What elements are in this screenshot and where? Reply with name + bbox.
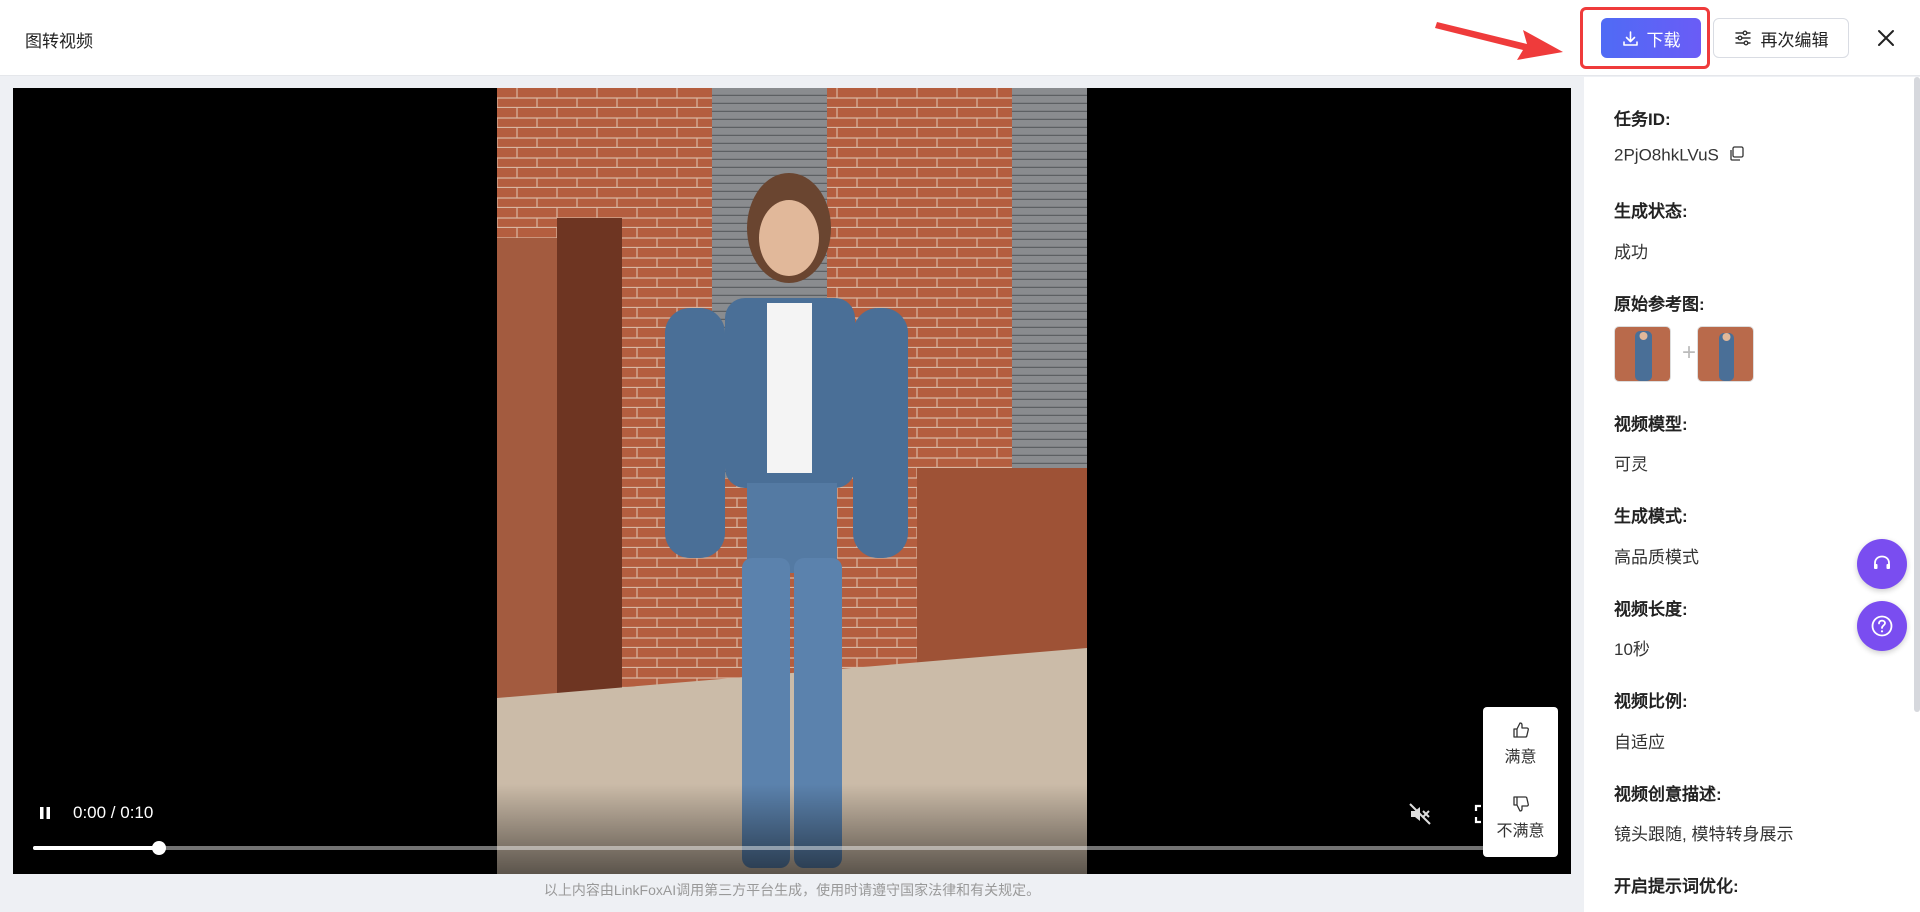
model-value: 可灵 xyxy=(1614,455,1648,474)
mute-button[interactable] xyxy=(1407,801,1433,827)
unsatisfied-button[interactable]: 不满意 xyxy=(1483,795,1558,841)
panel-scrollbar[interactable] xyxy=(1914,77,1920,712)
status-value: 成功 xyxy=(1614,243,1648,262)
thumbs-down-icon xyxy=(1512,796,1529,812)
re-edit-label: 再次编辑 xyxy=(1760,30,1829,50)
headset-icon xyxy=(1874,555,1890,569)
time-display: 0:00 / 0:10 xyxy=(73,803,154,822)
task-id-label: 任务ID: xyxy=(1614,110,1671,129)
progress-fill xyxy=(33,846,159,850)
question-icon xyxy=(1871,615,1893,637)
volume-muted-icon xyxy=(1409,803,1431,825)
description-label: 视频创意描述: xyxy=(1614,785,1722,804)
details-panel: 任务ID: 2PjO8hkLVuS 生成状态: 成功 原始参考图: + 视频模型… xyxy=(1584,77,1920,912)
close-icon xyxy=(1878,30,1894,46)
task-id-row: 2PjO8hkLVuS xyxy=(1614,145,1745,167)
progress-track[interactable] xyxy=(33,841,1551,855)
close-button[interactable] xyxy=(1872,24,1900,52)
support-button[interactable] xyxy=(1857,539,1907,589)
description-value: 镜头跟随, 模特转身展示 xyxy=(1614,825,1794,844)
unsatisfied-label: 不满意 xyxy=(1496,823,1545,840)
video-frame xyxy=(497,88,1087,874)
pause-icon xyxy=(40,807,50,819)
ratio-value: 自适应 xyxy=(1614,733,1665,752)
thumbs-up-icon xyxy=(1512,722,1529,738)
length-value: 10秒 xyxy=(1614,640,1650,659)
status-label: 生成状态: xyxy=(1614,202,1688,221)
progress-handle[interactable] xyxy=(151,841,166,855)
length-label: 视频长度: xyxy=(1614,600,1688,619)
prompt-optimize-label: 开启提示词优化: xyxy=(1614,877,1739,896)
copy-icon xyxy=(1729,146,1744,161)
feedback-panel: 满意 不满意 xyxy=(1483,707,1558,857)
mode-value: 高品质模式 xyxy=(1614,548,1699,567)
help-button[interactable] xyxy=(1857,601,1907,651)
page-title: 图转视频 xyxy=(25,32,93,51)
controls-overlay xyxy=(13,784,1571,874)
sliders-icon xyxy=(1734,30,1751,46)
download-icon xyxy=(1622,30,1638,46)
ref-image-thumbnail-2[interactable] xyxy=(1697,326,1754,382)
ref-image-thumbnail-1[interactable] xyxy=(1614,326,1671,382)
download-button[interactable]: 下载 xyxy=(1601,18,1701,58)
red-arrow-annotation xyxy=(1435,22,1563,60)
header-bar: 图转视频 下载 再次编辑 xyxy=(0,0,1920,76)
plus-icon: + xyxy=(1682,339,1697,366)
copy-button[interactable] xyxy=(1728,145,1745,167)
ref-image-label: 原始参考图: xyxy=(1614,295,1705,314)
satisfied-button[interactable]: 满意 xyxy=(1483,721,1558,767)
re-edit-button[interactable]: 再次编辑 xyxy=(1713,18,1849,58)
ratio-label: 视频比例: xyxy=(1614,692,1688,711)
download-label: 下载 xyxy=(1646,30,1681,50)
video-player[interactable]: 0:00 / 0:10 满意 不满意 xyxy=(13,88,1571,874)
disclaimer-text: 以上内容由LinkFoxAI调用第三方平台生成，使用时请遵守国家法律和有关规定。 xyxy=(543,882,1041,898)
model-label: 视频模型: xyxy=(1614,415,1688,434)
satisfied-label: 满意 xyxy=(1504,749,1537,766)
task-id-value: 2PjO8hkLVuS xyxy=(1614,145,1719,165)
pause-button[interactable] xyxy=(33,801,57,825)
mode-label: 生成模式: xyxy=(1614,507,1688,526)
